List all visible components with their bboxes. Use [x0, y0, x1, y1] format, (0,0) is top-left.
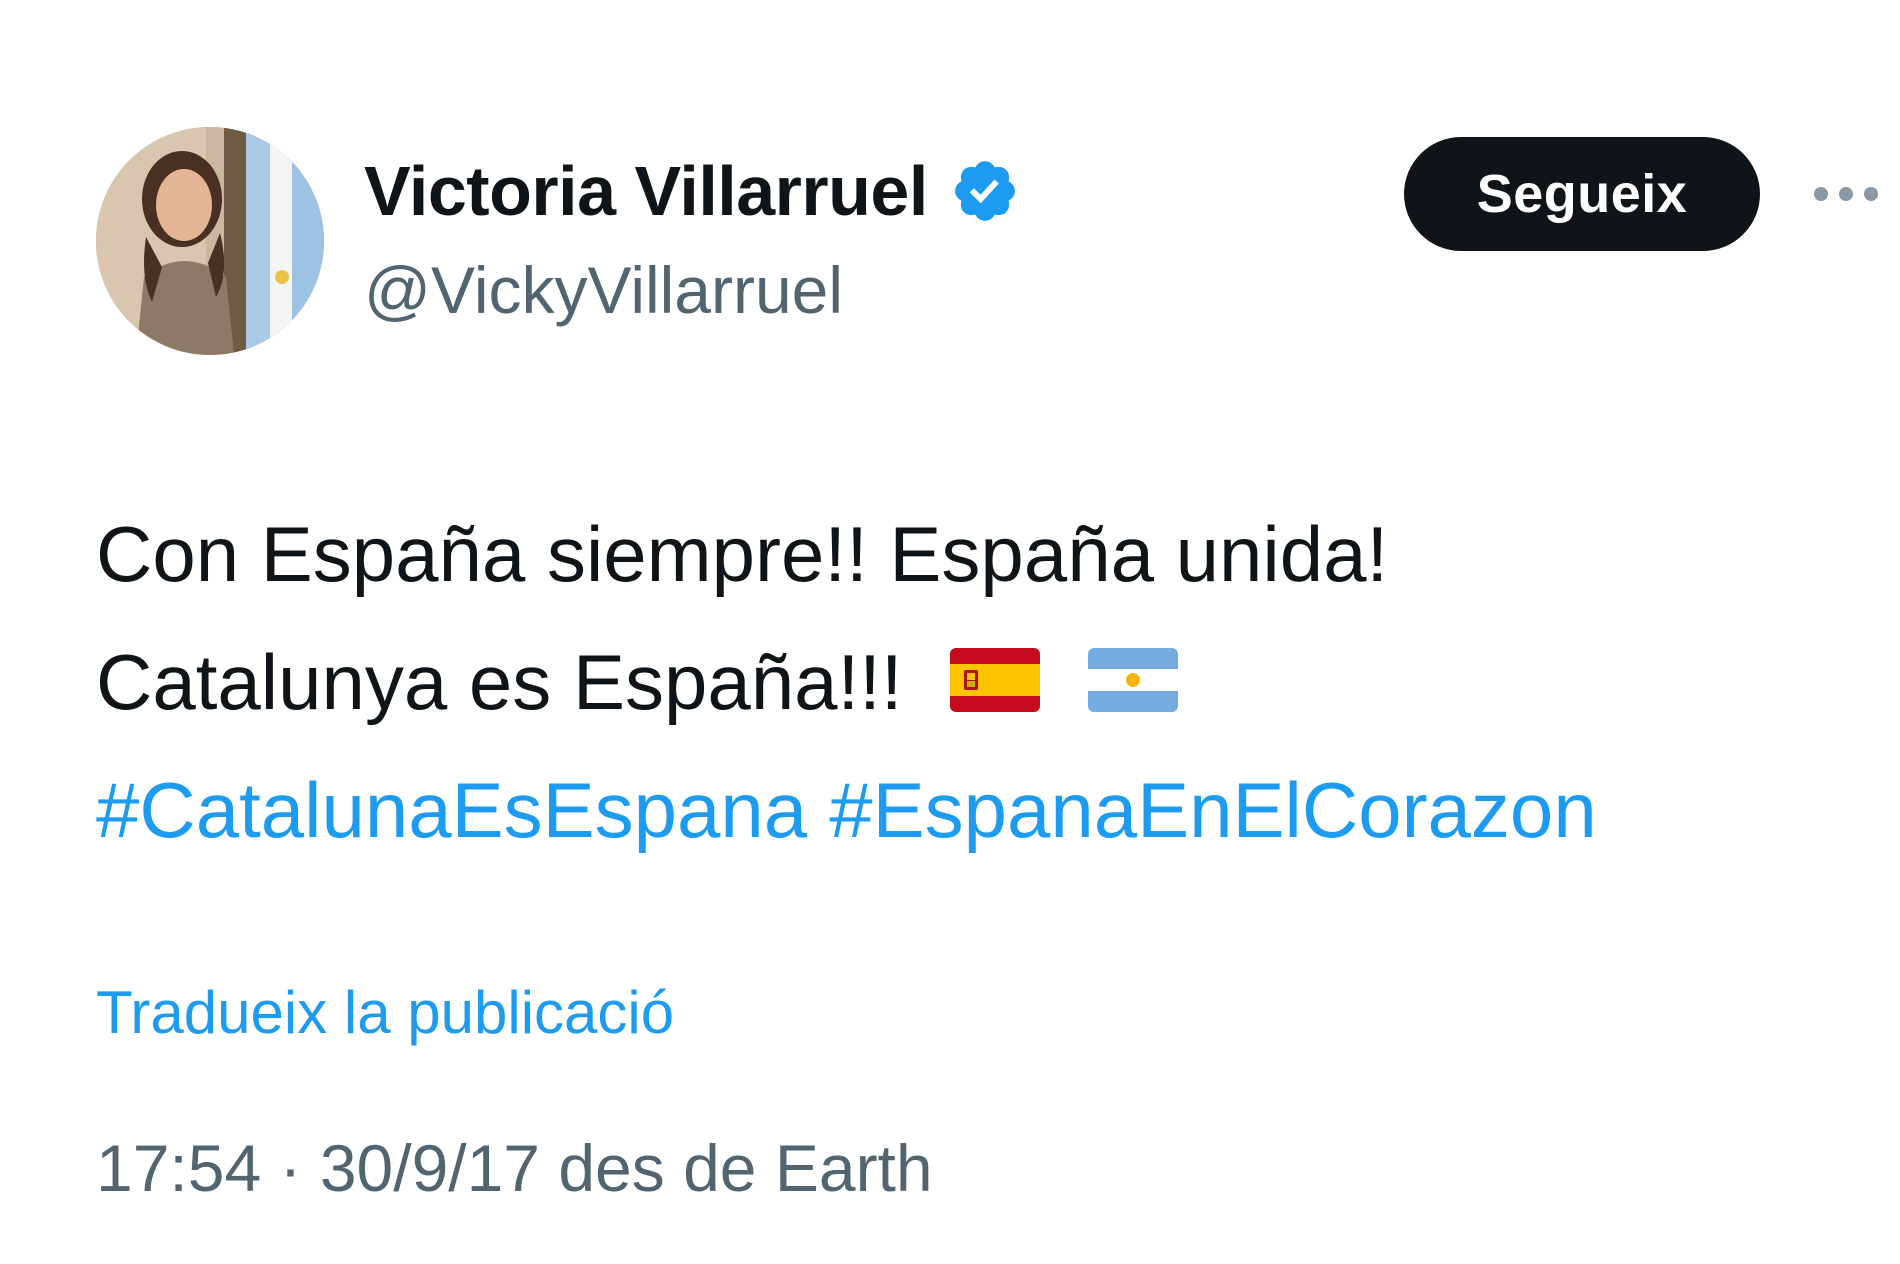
hashtag-link[interactable]: #EspanaEnElCorazon: [829, 766, 1597, 854]
tweet-hashtags-line: #CatalunaEsEspana #EspanaEnElCorazon: [96, 746, 1816, 874]
author-name-row: Victoria Villarruel: [364, 150, 1020, 232]
display-name[interactable]: Victoria Villarruel: [364, 151, 928, 231]
hashtag-link[interactable]: #CatalunaEsEspana: [96, 766, 807, 854]
more-options-button[interactable]: [1806, 172, 1886, 216]
avatar[interactable]: [96, 127, 324, 355]
argentina-flag-icon: [1087, 648, 1178, 713]
tweet-card: Victoria Villarruel @VickyVillarruel Seg…: [0, 0, 1900, 1264]
tweet-text-segment: Con España siempre!! España unida!: [96, 510, 1389, 598]
tweet-text-line-2: Catalunya es España!!!: [96, 618, 1816, 746]
verified-badge-icon: [954, 161, 1015, 221]
spain-flag-icon: [950, 648, 1041, 713]
profile-photo-image: [96, 127, 324, 355]
more-options-icon: [1814, 187, 1878, 201]
author-handle[interactable]: @VickyVillarruel: [364, 252, 843, 328]
translate-post-link[interactable]: Tradueix la publicació: [96, 978, 674, 1047]
follow-button[interactable]: Segueix: [1404, 137, 1760, 251]
tweet-text-line-1: Con España siempre!! España unida!: [96, 490, 1816, 618]
tweet-text-segment: Catalunya es España!!!: [96, 638, 903, 726]
tweet-timestamp[interactable]: 17:54 · 30/9/17 des de Earth: [96, 1130, 933, 1206]
tweet-text: Con España siempre!! España unida! Catal…: [96, 490, 1816, 874]
